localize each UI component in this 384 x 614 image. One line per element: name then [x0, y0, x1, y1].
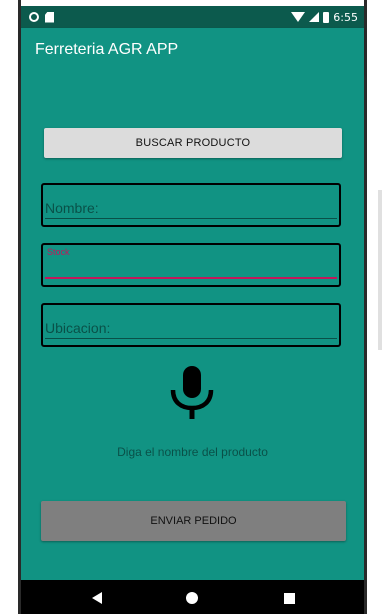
status-bar: 6:55	[21, 6, 364, 28]
home-icon[interactable]	[186, 592, 198, 604]
app-title: Ferreteria AGR APP	[35, 41, 179, 58]
wifi-icon	[291, 12, 306, 22]
microphone-icon[interactable]	[167, 364, 217, 420]
status-time: 6:55	[333, 10, 358, 24]
navigation-bar	[21, 580, 364, 614]
recents-icon[interactable]	[284, 593, 295, 604]
main-content: BUSCAR PRODUCTO Stock Diga el nombre del…	[21, 74, 364, 580]
signal-icon	[309, 12, 320, 22]
nombre-field-container	[41, 183, 341, 227]
search-product-button[interactable]: BUSCAR PRODUCTO	[44, 128, 342, 158]
status-bar-left	[29, 10, 54, 24]
status-bar-right: 6:55	[291, 9, 358, 25]
stock-underline	[45, 277, 337, 279]
send-order-button[interactable]: ENVIAR PEDIDO	[41, 501, 346, 541]
notification-dot-icon	[29, 12, 39, 22]
battery-icon	[323, 11, 330, 23]
nombre-underline	[45, 218, 337, 219]
ubicacion-input[interactable]	[45, 320, 335, 336]
stock-input[interactable]	[45, 260, 335, 276]
stock-field-container: Stock	[41, 243, 341, 287]
app-bar: Ferreteria AGR APP	[21, 28, 364, 74]
back-icon[interactable]	[92, 592, 102, 604]
device-bezel-right	[364, 0, 367, 614]
device-screen: 6:55 Ferreteria AGR APP BUSCAR PRODUCTO …	[0, 0, 384, 614]
nombre-input[interactable]	[45, 200, 335, 216]
stock-floating-label: Stock	[47, 247, 70, 257]
sd-card-icon	[45, 11, 54, 23]
device-side-button	[378, 190, 382, 350]
ubicacion-underline	[45, 338, 337, 339]
ubicacion-field-container	[41, 303, 341, 347]
voice-hint-text: Diga el nombre del producto	[117, 445, 268, 459]
